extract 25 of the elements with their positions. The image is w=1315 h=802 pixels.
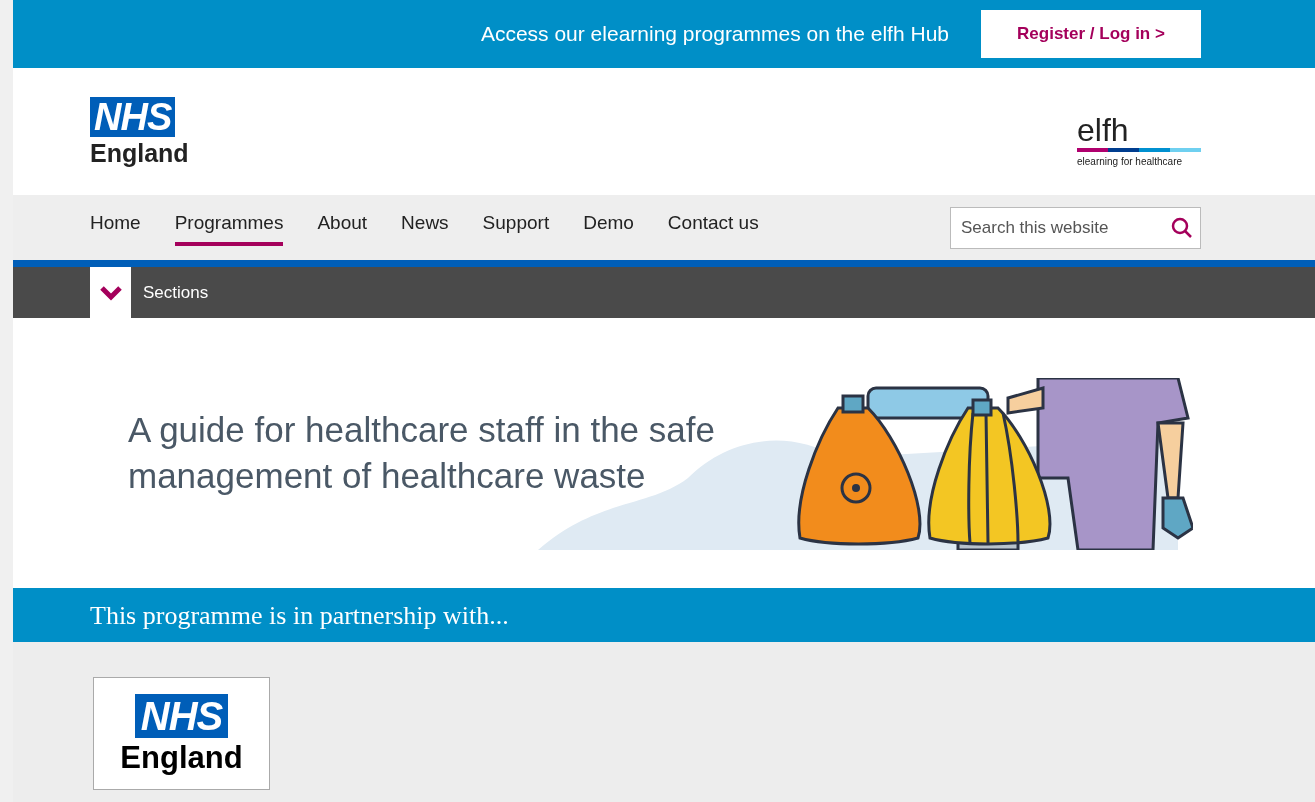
nhs-logo-mark: NHS — [90, 97, 176, 137]
search-icon[interactable] — [1171, 216, 1193, 239]
banner-headline: management of healthcare waste — [128, 455, 647, 497]
nav-link[interactable]: Contact us — [667, 209, 759, 246]
chevron-icon — [98, 284, 123, 301]
nav-link[interactable]: About — [317, 209, 368, 246]
partner-logo-card[interactable]: NHS England — [93, 677, 270, 790]
hub-message: Access our elearning programmes on the elfh Hub — [480, 21, 949, 48]
banner-headline: A guide for healthcare staff in the safe — [128, 409, 715, 451]
stripe-icon — [1077, 148, 1201, 152]
elfh-logo-name: elfh — [1077, 114, 1129, 146]
elfh-tagline: elearning for healthcare — [1077, 155, 1183, 169]
nhs-logo-mark: NHS — [134, 694, 229, 738]
nav-link[interactable]: Demo — [583, 209, 634, 246]
logo-name: England — [90, 141, 189, 166]
sections-toggle[interactable] — [90, 267, 131, 318]
nav-link[interactable]: News — [401, 209, 449, 246]
logo-name: England — [120, 742, 243, 773]
nav-link[interactable]: Programmes — [174, 209, 284, 246]
sections-label: Sections — [143, 281, 209, 304]
register-login-button[interactable]: Register / Log in > — [981, 10, 1201, 58]
nav-link[interactable]: Support — [482, 209, 550, 246]
search-field[interactable]: Search this website — [950, 206, 1201, 249]
nav-link[interactable]: Home — [90, 209, 141, 246]
partnership-heading: This programme is in partnership with... — [90, 599, 509, 632]
